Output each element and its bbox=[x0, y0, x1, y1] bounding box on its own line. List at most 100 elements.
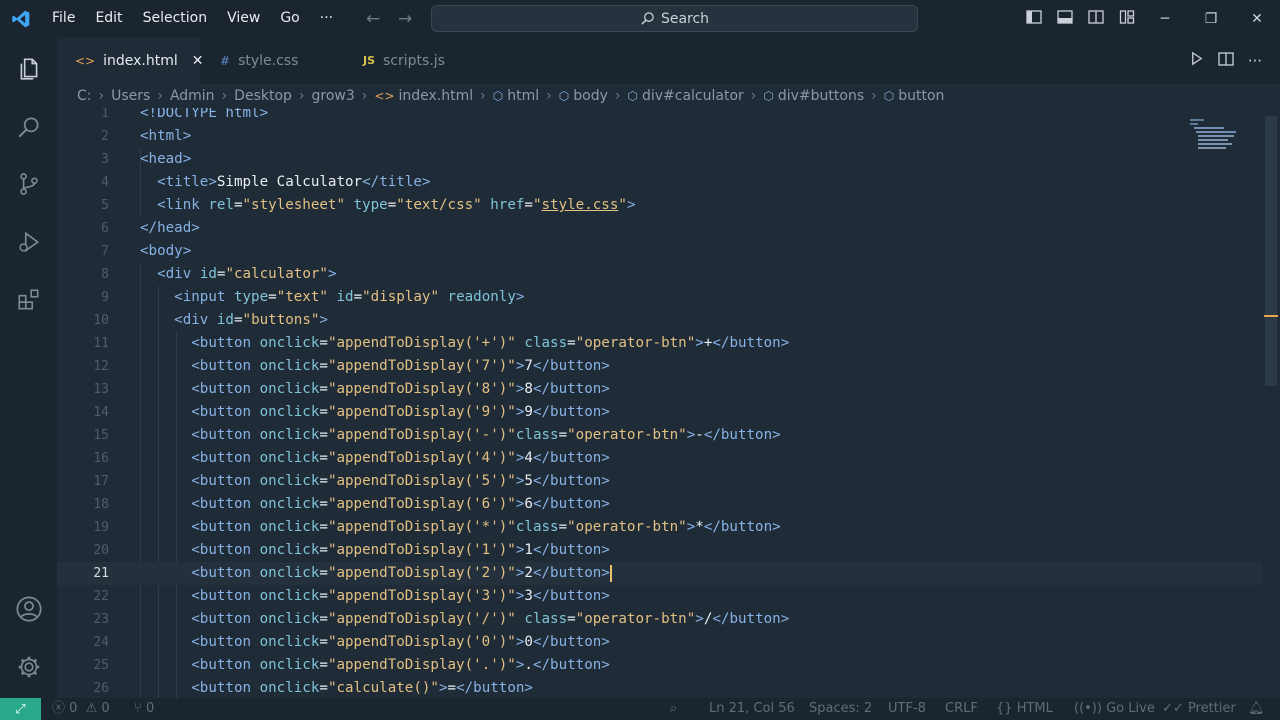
breadcrumb-body[interactable]: body bbox=[573, 88, 608, 104]
breadcrumb-html[interactable]: html bbox=[507, 88, 539, 104]
code-token: onclick bbox=[259, 657, 320, 673]
split-editor-icon[interactable] bbox=[1218, 51, 1234, 71]
line-code: <button onclick="appendToDisplay('/')" c… bbox=[140, 608, 789, 631]
code-line[interactable]: 10 <div id="buttons"> bbox=[57, 309, 1262, 332]
toggle-secondary-sidebar-icon[interactable] bbox=[1080, 9, 1111, 29]
code-line[interactable]: 8 <div id="calculator"> bbox=[57, 263, 1262, 286]
code-line[interactable]: 14 <button onclick="appendToDisplay('9')… bbox=[57, 401, 1262, 424]
toggle-primary-sidebar-icon[interactable] bbox=[1018, 9, 1049, 29]
menu-selection[interactable]: Selection bbox=[133, 0, 218, 37]
cursor-position[interactable]: Ln 21, Col 56 bbox=[709, 698, 795, 720]
code-line[interactable]: 9 <input type="text" id="display" readon… bbox=[57, 286, 1262, 309]
menu-more[interactable]: ··· bbox=[310, 0, 343, 37]
code-line[interactable]: 15 <button onclick="appendToDisplay('-')… bbox=[57, 424, 1262, 447]
notifications-bell-icon[interactable]: 🔔︎ bbox=[1248, 698, 1265, 720]
code-token: onclick bbox=[259, 404, 320, 420]
menu-go[interactable]: Go bbox=[270, 0, 309, 37]
breadcrumb-users[interactable]: Users bbox=[111, 88, 150, 104]
code-token: > bbox=[438, 680, 448, 696]
indentation[interactable]: Spaces: 2 bbox=[809, 698, 872, 720]
code-line[interactable]: 22 <button onclick="appendToDisplay('3')… bbox=[57, 585, 1262, 608]
menu-view[interactable]: View bbox=[217, 0, 270, 37]
code-token: onclick bbox=[259, 358, 320, 374]
customize-layout-icon[interactable] bbox=[1111, 9, 1142, 29]
code-token: > bbox=[515, 289, 525, 305]
language-mode[interactable]: {} HTML bbox=[996, 698, 1053, 720]
code-token: = bbox=[319, 335, 328, 351]
search-icon[interactable] bbox=[0, 102, 57, 152]
code-line[interactable]: 2 <html> bbox=[57, 125, 1262, 148]
code-token: <button bbox=[191, 427, 260, 443]
breadcrumb-buttons[interactable]: div#buttons bbox=[778, 88, 864, 104]
breadcrumb-button[interactable]: button bbox=[898, 88, 944, 104]
zoom-icon[interactable]: ⌕ bbox=[670, 698, 677, 720]
ports-indicator[interactable]: ⑂ 0 bbox=[134, 698, 154, 720]
tab-style-css[interactable]: # style.css bbox=[200, 37, 345, 84]
code-line[interactable]: 5 <link rel="stylesheet" type="text/css"… bbox=[57, 194, 1262, 217]
explorer-icon[interactable] bbox=[0, 44, 57, 94]
breadcrumb-desktop[interactable]: Desktop bbox=[234, 88, 292, 104]
code-line[interactable]: 25 <button onclick="appendToDisplay('.')… bbox=[57, 654, 1262, 677]
more-actions-icon[interactable]: ··· bbox=[1248, 52, 1262, 70]
breadcrumb-drive[interactable]: C: bbox=[77, 88, 92, 104]
prettier-status[interactable]: ✓✓ Prettier bbox=[1162, 698, 1236, 720]
code-line[interactable]: 11 <button onclick="appendToDisplay('+')… bbox=[57, 332, 1262, 355]
encoding[interactable]: UTF-8 bbox=[888, 698, 926, 720]
problems-indicator[interactable]: ⓧ 0 ⚠ 0 bbox=[52, 698, 110, 720]
close-window-icon[interactable]: ✕ bbox=[1234, 0, 1280, 37]
code-token: = bbox=[319, 496, 328, 512]
code-line[interactable]: 19 <button onclick="appendToDisplay('*')… bbox=[57, 516, 1262, 539]
back-arrow-icon[interactable]: ← bbox=[357, 9, 389, 29]
code-line[interactable]: 26 <button onclick="calculate()">=</butt… bbox=[57, 677, 1262, 698]
css-file-icon: # bbox=[220, 53, 231, 68]
end-of-line[interactable]: CRLF bbox=[945, 698, 978, 720]
breadcrumb-folder[interactable]: grow3 bbox=[312, 88, 355, 104]
breadcrumb-calculator[interactable]: div#calculator bbox=[642, 88, 744, 104]
code-token: <button bbox=[191, 381, 260, 397]
run-debug-icon[interactable] bbox=[0, 217, 57, 267]
code-line[interactable]: 1 <!DOCTYPE html> bbox=[57, 108, 1262, 125]
breadcrumb-file[interactable]: index.html bbox=[399, 88, 474, 104]
menu-edit[interactable]: Edit bbox=[85, 0, 132, 37]
code-token: onclick bbox=[259, 496, 320, 512]
minimap[interactable] bbox=[1188, 115, 1240, 155]
code-line[interactable]: 6 </head> bbox=[57, 217, 1262, 240]
toggle-panel-icon[interactable] bbox=[1049, 9, 1080, 29]
manage-gear-icon[interactable] bbox=[0, 642, 57, 692]
run-icon[interactable] bbox=[1189, 51, 1204, 70]
code-token: <button bbox=[191, 634, 260, 650]
go-live-button[interactable]: ((•)) Go Live bbox=[1074, 698, 1155, 720]
code-token: = bbox=[319, 358, 328, 374]
code-line[interactable]: 23 <button onclick="appendToDisplay('/')… bbox=[57, 608, 1262, 631]
tab-index-html[interactable]: <> index.html ✕ bbox=[57, 37, 204, 84]
minimize-icon[interactable]: ─ bbox=[1142, 0, 1188, 37]
code-line[interactable]: 7 <body> bbox=[57, 240, 1262, 263]
command-center-search[interactable]: Search bbox=[431, 5, 918, 32]
remote-indicator-icon[interactable]: ⤢ bbox=[0, 698, 41, 720]
source-control-icon[interactable] bbox=[0, 159, 57, 209]
code-line[interactable]: 20 <button onclick="appendToDisplay('1')… bbox=[57, 539, 1262, 562]
code-token: <button bbox=[191, 588, 260, 604]
breadcrumb-admin[interactable]: Admin bbox=[170, 88, 215, 104]
restore-icon[interactable]: ❐ bbox=[1188, 0, 1234, 37]
code-line[interactable]: 24 <button onclick="appendToDisplay('0')… bbox=[57, 631, 1262, 654]
extensions-icon[interactable] bbox=[0, 275, 57, 325]
code-line[interactable]: 21 <button onclick="appendToDisplay('2')… bbox=[57, 562, 1262, 585]
code-line[interactable]: 18 <button onclick="appendToDisplay('6')… bbox=[57, 493, 1262, 516]
code-line[interactable]: 16 <button onclick="appendToDisplay('4')… bbox=[57, 447, 1262, 470]
accounts-icon[interactable] bbox=[0, 584, 57, 634]
menu-file[interactable]: File bbox=[42, 0, 85, 37]
code-line[interactable]: 13 <button onclick="appendToDisplay('8')… bbox=[57, 378, 1262, 401]
code-line[interactable]: 17 <button onclick="appendToDisplay('5')… bbox=[57, 470, 1262, 493]
scrollbar-thumb[interactable] bbox=[1265, 116, 1277, 386]
vertical-scrollbar[interactable] bbox=[1262, 108, 1280, 698]
search-label: Search bbox=[660, 10, 710, 27]
forward-arrow-icon[interactable]: → bbox=[389, 9, 421, 29]
tab-scripts-js[interactable]: JS scripts.js bbox=[345, 37, 490, 84]
code-token: " bbox=[618, 197, 627, 213]
code-editor[interactable]: 1 <!DOCTYPE html> 2 <html> 3 <head> 4 <title>S… bbox=[57, 108, 1262, 698]
code-line[interactable]: 3 <head> bbox=[57, 148, 1262, 171]
code-line[interactable]: 4 <title>Simple Calculator</title> bbox=[57, 171, 1262, 194]
code-line[interactable]: 12 <button onclick="appendToDisplay('7')… bbox=[57, 355, 1262, 378]
